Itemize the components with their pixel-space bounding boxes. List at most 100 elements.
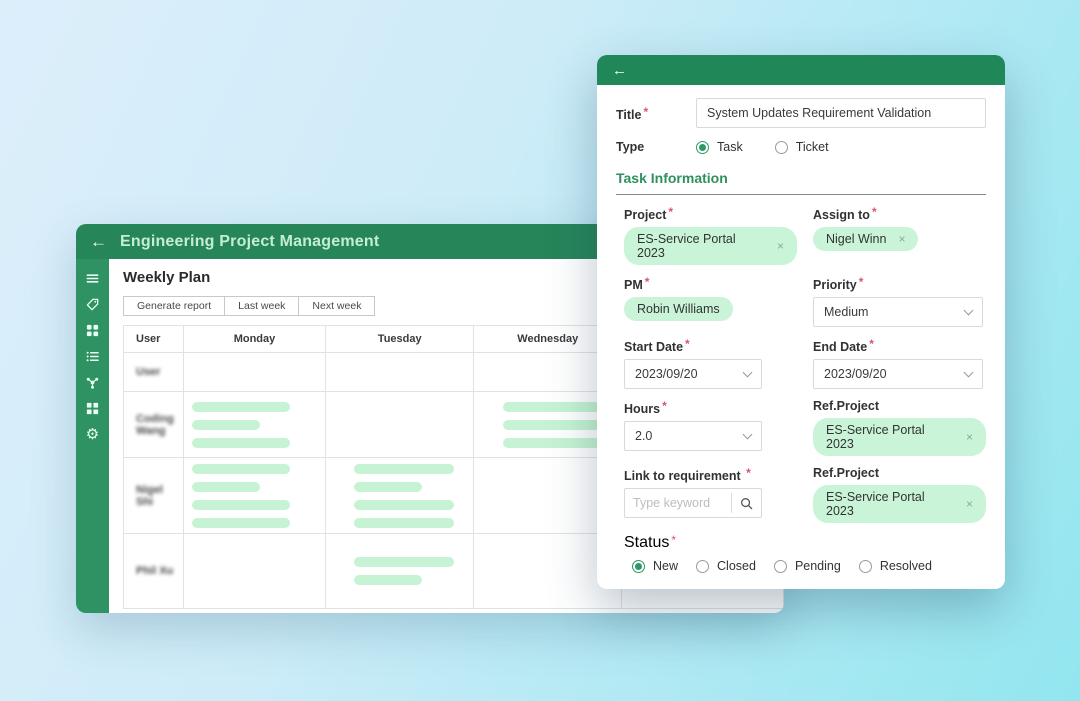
chevron-down-icon	[964, 305, 974, 315]
type-field-row: Type Task Ticket	[616, 140, 986, 154]
task-bar[interactable]	[354, 482, 422, 492]
hours-select[interactable]: 2.0	[624, 421, 762, 451]
remove-chip-icon[interactable]: ×	[966, 498, 973, 510]
project-field: Project* ES-Service Portal 2023 ×	[624, 205, 797, 265]
status-option-closed[interactable]: Closed	[696, 559, 756, 573]
task-bar[interactable]	[354, 557, 454, 567]
title-field-row: Title*	[616, 98, 986, 128]
assign-to-chip[interactable]: Nigel Winn ×	[813, 227, 918, 251]
end-date-field: End Date* 2023/09/20	[813, 337, 986, 389]
task-bar[interactable]	[503, 438, 601, 448]
task-bar[interactable]	[192, 438, 290, 448]
chevron-down-icon	[743, 429, 753, 439]
search-icon[interactable]	[731, 493, 761, 513]
hours-label: Hours*	[624, 399, 797, 416]
task-bar[interactable]	[354, 500, 454, 510]
priority-select[interactable]: Medium	[813, 297, 983, 327]
tag-icon[interactable]	[85, 296, 101, 312]
day-cell	[325, 458, 474, 534]
remove-chip-icon[interactable]: ×	[966, 431, 973, 443]
ref-project-chip[interactable]: ES-Service Portal 2023 ×	[813, 418, 986, 456]
pm-chip[interactable]: Robin Williams	[624, 297, 733, 321]
grid-icon-2[interactable]	[85, 400, 101, 416]
section-heading: Task Information	[616, 170, 986, 195]
list-icon[interactable]	[85, 348, 101, 364]
day-cell	[325, 534, 474, 609]
user-name: Phil Xu	[124, 534, 184, 609]
task-bar[interactable]	[503, 402, 601, 412]
link-keyword-input[interactable]	[625, 496, 731, 510]
assign-to-label: Assign to*	[813, 205, 986, 222]
chevron-down-icon	[743, 367, 753, 377]
pm-label: PM*	[624, 275, 797, 292]
hours-field: Hours* 2.0	[624, 399, 797, 456]
task-bar[interactable]	[192, 464, 290, 474]
ref-project-label: Ref.Project	[813, 466, 986, 480]
user-name: Nigel Shi	[124, 458, 184, 534]
start-date-field: Start Date* 2023/09/20	[624, 337, 797, 389]
end-date-select[interactable]: 2023/09/20	[813, 359, 983, 389]
task-bar[interactable]	[192, 482, 260, 492]
remove-chip-icon[interactable]: ×	[777, 240, 784, 252]
radio-icon[interactable]	[696, 560, 709, 573]
share-nodes-icon[interactable]	[85, 374, 101, 390]
task-bar[interactable]	[192, 500, 290, 510]
column-header: User	[124, 326, 184, 353]
day-cell	[325, 353, 474, 392]
radio-selected-icon[interactable]	[696, 141, 709, 154]
grid-icon[interactable]	[85, 322, 101, 338]
last-week-button[interactable]: Last week	[224, 296, 299, 316]
task-bar[interactable]	[503, 420, 601, 430]
generate-report-button[interactable]: Generate report	[123, 296, 225, 316]
status-option-pending[interactable]: Pending	[774, 559, 841, 573]
remove-chip-icon[interactable]: ×	[898, 233, 905, 245]
back-arrow-icon[interactable]: ←	[90, 233, 107, 250]
back-arrow-icon[interactable]: ←	[612, 63, 627, 78]
next-week-button[interactable]: Next week	[298, 296, 375, 316]
radio-icon[interactable]	[775, 141, 788, 154]
sidebar: ⚙	[76, 259, 109, 613]
task-bar[interactable]	[354, 464, 454, 474]
title-input[interactable]	[696, 98, 986, 128]
day-cell	[325, 392, 474, 458]
start-date-select[interactable]: 2023/09/20	[624, 359, 762, 389]
title-label: Title*	[616, 105, 696, 122]
end-date-label: End Date*	[813, 337, 986, 354]
status-option-resolved[interactable]: Resolved	[859, 559, 932, 573]
radio-icon[interactable]	[774, 560, 787, 573]
menu-icon[interactable]	[85, 270, 101, 286]
radio-selected-icon[interactable]	[632, 560, 645, 573]
status-field: Status* New Closed Pending Resolved	[616, 533, 986, 573]
priority-field: Priority* Medium	[813, 275, 986, 327]
pm-field: PM* Robin Williams	[624, 275, 797, 327]
start-date-label: Start Date*	[624, 337, 797, 354]
ref-project-chip[interactable]: ES-Service Portal 2023 ×	[813, 485, 986, 523]
day-cell	[184, 534, 326, 609]
task-bar[interactable]	[192, 420, 260, 430]
link-to-requirement-label: Link to requirement *	[624, 466, 797, 483]
task-bar[interactable]	[192, 402, 290, 412]
column-header: Monday	[184, 326, 326, 353]
radio-icon[interactable]	[859, 560, 872, 573]
type-option-ticket[interactable]: Ticket	[775, 140, 829, 154]
status-option-new[interactable]: New	[632, 559, 678, 573]
day-cell	[184, 353, 326, 392]
task-bar[interactable]	[354, 518, 454, 528]
ref-project-field: Ref.Project ES-Service Portal 2023 ×	[813, 399, 986, 456]
ref-project-label: Ref.Project	[813, 399, 986, 413]
project-chip[interactable]: ES-Service Portal 2023 ×	[624, 227, 797, 265]
type-option-task[interactable]: Task	[696, 140, 743, 154]
status-label: Status*	[624, 533, 986, 552]
type-label: Type	[616, 140, 696, 154]
required-mark: *	[643, 105, 648, 119]
column-header: Tuesday	[325, 326, 474, 353]
chevron-down-icon	[964, 367, 974, 377]
gear-icon[interactable]: ⚙	[85, 426, 101, 442]
user-name: Coding Wang	[124, 392, 184, 458]
ref-project-field-2: Ref.Project ES-Service Portal 2023 ×	[813, 466, 986, 523]
project-label: Project*	[624, 205, 797, 222]
link-to-requirement-field: Link to requirement *	[624, 466, 797, 523]
task-bar[interactable]	[192, 518, 290, 528]
task-bar[interactable]	[354, 575, 422, 585]
priority-label: Priority*	[813, 275, 986, 292]
